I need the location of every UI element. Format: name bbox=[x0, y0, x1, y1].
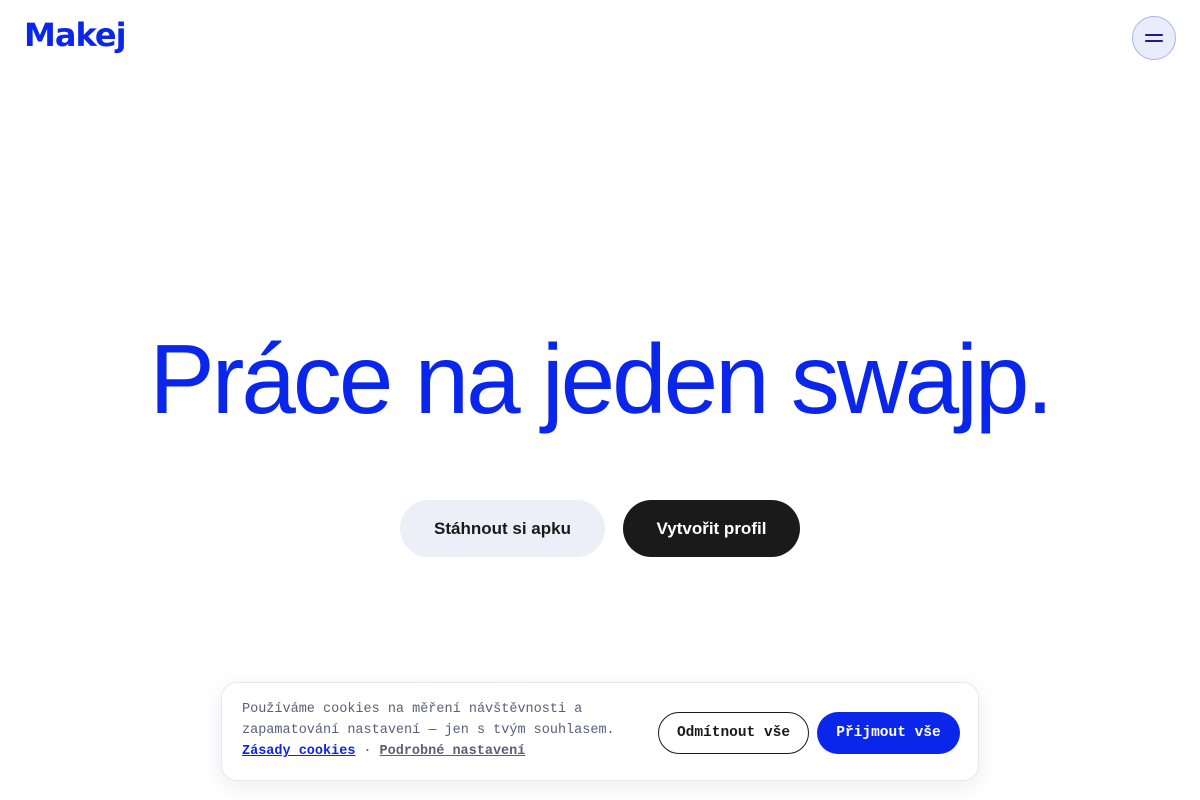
cookie-settings-link[interactable]: Podrobné nastavení bbox=[380, 744, 526, 759]
link-separator: · bbox=[363, 744, 372, 759]
hero-title: Práce na jeden swajp. bbox=[149, 324, 1053, 434]
accept-all-button[interactable]: Přijmout vše bbox=[817, 712, 960, 754]
page: Makej Práce na jeden swajp. Stáhnout si … bbox=[0, 0, 1200, 800]
cookie-policy-link[interactable]: Zásady cookies bbox=[242, 744, 355, 759]
logo[interactable]: Makej bbox=[24, 16, 127, 54]
create-profile-button[interactable]: Vytvořit profil bbox=[623, 500, 800, 557]
cta-buttons: Stáhnout si apku Vytvořit profil bbox=[400, 500, 800, 557]
cookie-banner-text: Používáme cookies na měření návštěvnosti… bbox=[242, 702, 615, 738]
reject-all-button[interactable]: Odmítnout vše bbox=[658, 712, 809, 754]
cookie-links: Zásady cookies · Podrobné nastavení bbox=[242, 741, 525, 762]
cookie-banner: Používáme cookies na měření návštěvnosti… bbox=[221, 682, 979, 781]
hamburger-menu-icon bbox=[1145, 33, 1163, 43]
download-app-button[interactable]: Stáhnout si apku bbox=[400, 500, 605, 557]
menu-button[interactable] bbox=[1132, 16, 1176, 60]
